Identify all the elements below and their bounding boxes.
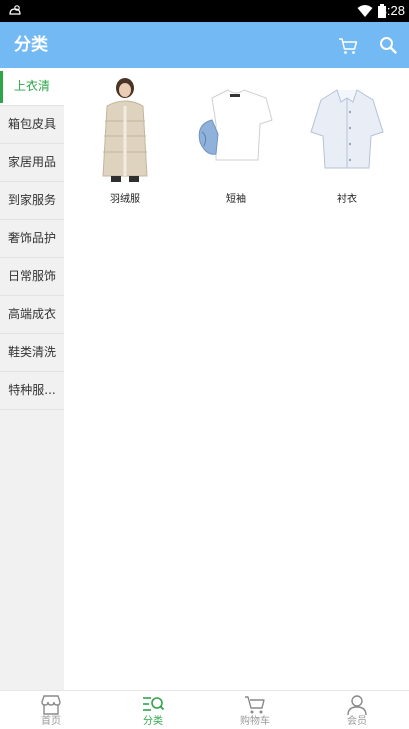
product-label: 羽绒服 xyxy=(110,194,140,205)
sidebar-item-high-end[interactable]: 高端成衣 xyxy=(0,296,64,334)
tab-label: 会员 xyxy=(347,716,367,727)
status-bar: 3:28 xyxy=(0,0,409,22)
product-down-jacket[interactable]: 羽绒服 xyxy=(75,76,175,216)
down-jacket-image xyxy=(102,78,148,182)
tab-category[interactable]: 分类 xyxy=(102,691,204,729)
shirt-image xyxy=(310,89,384,169)
product-short-sleeve[interactable]: 短袖 xyxy=(186,76,286,216)
app-bar: 分类 xyxy=(0,22,409,68)
category-sidebar: 上衣清 箱包皮具 家居用品 到家服务 奢饰品护 日常服饰 高端成衣 鞋类清洗 特… xyxy=(0,68,64,690)
sidebar-item-special[interactable]: 特种服... xyxy=(0,372,64,410)
notification-icon xyxy=(9,5,21,15)
status-time: 3:28 xyxy=(379,3,405,18)
short-sleeve-tshirt-image xyxy=(198,89,273,161)
sidebar-item-bags[interactable]: 箱包皮具 xyxy=(0,106,64,144)
tab-member[interactable]: 会员 xyxy=(306,691,408,729)
tab-label: 首页 xyxy=(41,716,61,727)
category-icon xyxy=(143,697,165,711)
tab-cart[interactable]: 购物车 xyxy=(204,691,306,729)
store-icon xyxy=(41,695,61,715)
product-shirt[interactable]: 衬衣 xyxy=(297,76,397,216)
sidebar-item-shoes[interactable]: 鞋类清洗 xyxy=(0,334,64,372)
sidebar-item-tops[interactable]: 上衣清 xyxy=(0,68,64,106)
cart-icon xyxy=(245,696,265,714)
member-icon xyxy=(347,695,367,716)
sidebar-item-home-service[interactable]: 到家服务 xyxy=(0,182,64,220)
product-label: 短袖 xyxy=(226,194,246,205)
search-icon[interactable] xyxy=(379,36,397,54)
sidebar-item-home[interactable]: 家居用品 xyxy=(0,144,64,182)
tab-label: 购物车 xyxy=(240,716,270,727)
tab-home[interactable]: 首页 xyxy=(0,691,102,729)
wifi-icon xyxy=(357,5,373,17)
cart-icon[interactable] xyxy=(338,37,358,55)
sidebar-item-daily-wear[interactable]: 日常服饰 xyxy=(0,258,64,296)
page-title: 分类 xyxy=(14,35,48,55)
tab-label: 分类 xyxy=(143,716,163,727)
bottom-tab-bar: 首页 分类 购物车 会员 xyxy=(0,690,409,729)
product-grid: 羽绒服 短袖 衬衣 xyxy=(64,68,409,690)
product-label: 衬衣 xyxy=(337,194,357,205)
sidebar-item-luxury-care[interactable]: 奢饰品护 xyxy=(0,220,64,258)
